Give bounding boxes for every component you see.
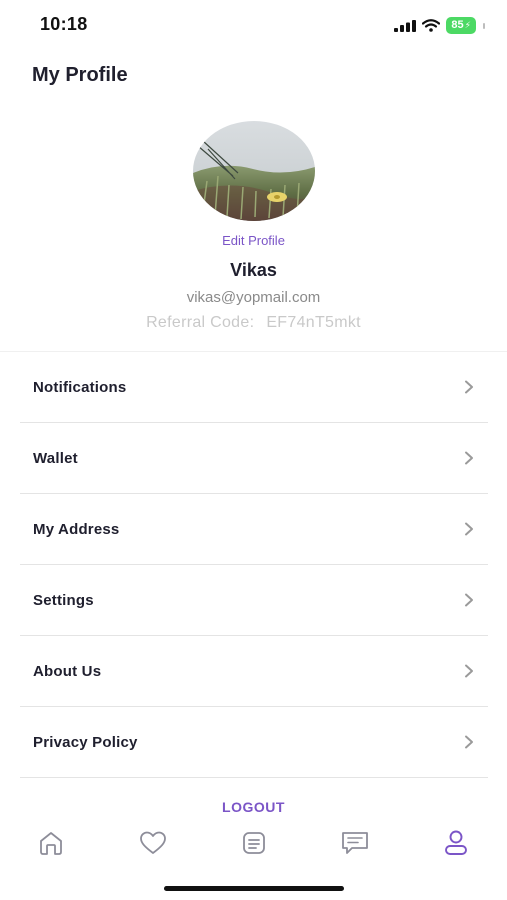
status-time: 10:18 (40, 14, 88, 34)
chevron-right-icon (464, 451, 476, 465)
chevron-right-icon (464, 735, 476, 749)
referral-code-row: Referral Code: EF74nT5mkt (0, 314, 507, 332)
battery-tip (483, 22, 485, 29)
menu-item-privacy-policy[interactable]: Privacy Policy (20, 707, 488, 778)
home-indicator (164, 886, 344, 891)
menu-item-label: My Address (33, 520, 120, 538)
menu-item-about-us[interactable]: About Us (20, 636, 488, 707)
bottom-tab-bar (0, 825, 507, 861)
heart-icon (140, 831, 166, 854)
menu-item-my-address[interactable]: My Address (20, 494, 488, 565)
status-bar: 10:18 85 ⚡ (0, 0, 507, 50)
chevron-right-icon (464, 664, 476, 678)
menu-item-label: About Us (33, 662, 102, 680)
chevron-right-icon (464, 522, 476, 536)
chevron-right-icon (464, 593, 476, 607)
menu-item-settings[interactable]: Settings (20, 565, 488, 636)
menu-item-label: Notifications (33, 378, 127, 396)
profile-icon (445, 830, 467, 855)
charging-icon: ⚡ (464, 20, 471, 30)
edit-profile-link[interactable]: Edit Profile (0, 233, 507, 248)
tab-favorites[interactable] (133, 825, 173, 861)
tab-orders[interactable] (234, 825, 274, 861)
wifi-icon (422, 19, 441, 32)
tab-home[interactable] (31, 825, 71, 861)
battery-indicator: 85 ⚡ (446, 17, 476, 34)
chevron-right-icon (464, 380, 476, 394)
tab-profile[interactable] (436, 825, 476, 861)
signal-icon (394, 19, 417, 32)
menu-item-label: Privacy Policy (33, 733, 138, 751)
referral-label: Referral Code: (146, 314, 255, 331)
chat-icon (342, 832, 368, 854)
status-icons: 85 ⚡ (394, 17, 485, 34)
referral-code: EF74nT5mkt (266, 314, 361, 331)
list-icon (243, 832, 265, 854)
menu-item-label: Settings (33, 591, 94, 609)
user-email: vikas@yopmail.com (186, 289, 321, 306)
logout-button[interactable]: LOGOUT (0, 799, 507, 815)
menu-item-wallet[interactable]: Wallet (20, 423, 488, 494)
user-name: Vikas (230, 260, 277, 280)
page-title: My Profile (32, 64, 128, 86)
battery-level: 85 (451, 19, 464, 31)
home-icon (40, 832, 62, 855)
avatar-photo (193, 121, 315, 221)
tab-messages[interactable] (335, 825, 375, 861)
avatar[interactable] (193, 121, 315, 221)
menu-item-notifications[interactable]: Notifications (20, 352, 488, 423)
menu-item-label: Wallet (33, 449, 78, 467)
profile-menu: Notifications Wallet My Address Settings… (20, 352, 488, 778)
